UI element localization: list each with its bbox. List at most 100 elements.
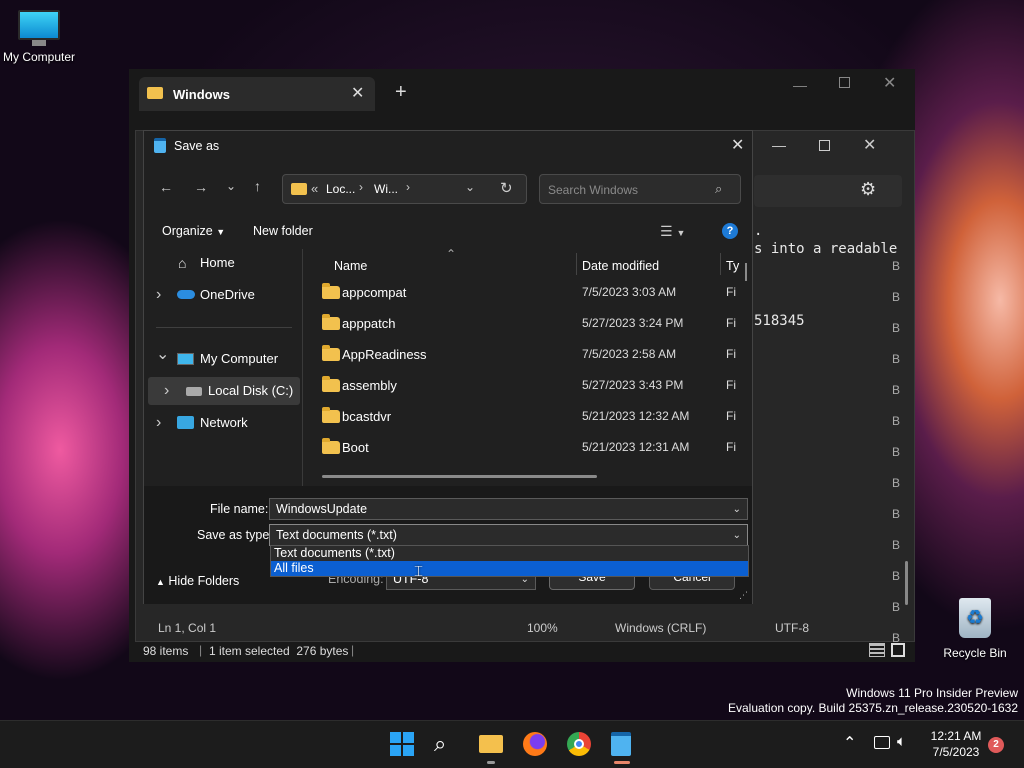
column-header-type[interactable]: Ty [726,259,739,273]
file-row[interactable]: appcompat 7/5/2023 3:03 AM Fi [304,277,754,308]
settings-gear-icon[interactable]: ⚙ [860,179,876,200]
horizontal-scrollbar[interactable] [322,475,597,478]
side-letter: B [892,383,901,397]
recent-locations-icon[interactable]: ⌄ [226,179,236,193]
file-type: Fi [726,378,736,392]
address-overflow[interactable]: « [311,181,318,196]
mouse-cursor-icon: ⌶ [414,563,424,580]
file-row[interactable]: assembly 5/27/2023 3:43 PM Fi [304,370,754,401]
save-type-select[interactable]: Text documents (*.txt) ⌄ [269,524,748,546]
new-tab-button[interactable]: + [395,81,407,104]
file-name-field[interactable]: WindowsUpdate ⌄ [269,498,748,520]
desktop-icon-recycle-bin[interactable]: ♻ Recycle Bin [938,598,1012,660]
hide-folders-button[interactable]: ▲ Hide Folders [156,574,239,588]
minimize-icon[interactable]: — [772,137,786,153]
side-letter: B [892,414,901,428]
refresh-icon[interactable]: ↻ [500,179,513,197]
file-name: appcompat [342,285,407,300]
breadcrumb-segment[interactable]: Wi... [374,182,398,196]
caret-down-icon: ▼ [676,228,686,238]
text-line: s into a readable [754,241,898,257]
chrome-icon[interactable] [567,732,591,756]
column-separator[interactable] [720,253,721,275]
folder-icon [322,314,340,330]
maximize-icon[interactable] [839,77,850,88]
file-explorer-icon[interactable] [479,735,503,753]
sidebar-item-home[interactable]: ⌂ Home [156,249,302,277]
organize-button[interactable]: Organize ▼ [162,224,225,238]
maximize-icon[interactable] [819,140,830,151]
side-letter: B [892,476,901,490]
help-icon[interactable]: ? [722,223,738,239]
monitor-stand [32,40,46,46]
status-cursor-position: Ln 1, Col 1 [158,621,217,635]
explorer-status-bar: 98 items | 1 item selected 276 bytes | [129,641,915,661]
organize-label: Organize [162,224,213,238]
notification-badge[interactable]: 2 [988,737,1004,753]
status-divider: | [199,643,203,657]
side-letter: B [892,259,901,273]
file-row[interactable]: Boot 5/21/2023 12:31 AM Fi [304,432,754,463]
clock-date: 7/5/2023 [932,745,980,759]
start-button[interactable] [390,732,414,756]
network-status-icon[interactable] [874,736,890,749]
vertical-scrollbar[interactable] [905,561,908,605]
notepad-status-bar: Ln 1, Col 1 100% Windows (CRLF) UTF-8 [136,613,914,641]
explorer-tab[interactable]: Windows ✕ [139,77,375,111]
file-row[interactable]: bcastdvr 5/21/2023 12:32 AM Fi [304,401,754,432]
dropdown-option-selected[interactable]: All files [271,561,748,576]
windows-logo-icon [390,732,401,743]
file-type: Fi [726,316,736,330]
close-icon[interactable]: ✕ [863,135,876,155]
status-item-count: 98 items [143,644,189,658]
file-name-value: WindowsUpdate [276,502,368,516]
sidebar-item-label: Home [200,255,235,270]
clock[interactable]: 12:21 AM 7/5/2023 [922,728,990,760]
file-row[interactable]: apppatch 5/27/2023 3:24 PM Fi [304,308,754,339]
breadcrumb-segment[interactable]: Loc... [326,182,355,196]
column-header-date[interactable]: Date modified [582,259,659,273]
chrome-center [574,739,584,749]
file-type: Fi [726,409,736,423]
forward-icon[interactable]: → [194,179,208,195]
folder-icon [322,376,340,392]
details-view-icon[interactable] [869,643,885,657]
desktop-icon-my-computer[interactable]: My Computer [0,10,78,64]
volume-icon[interactable]: 🔈︎ [897,733,906,750]
close-icon[interactable]: ✕ [883,73,896,93]
vertical-scrollbar[interactable] [745,263,747,281]
folder-icon [322,345,340,361]
folder-icon [322,438,340,454]
file-date: 5/27/2023 3:43 PM [582,378,684,392]
search-input[interactable]: Search Windows ⌕ [539,174,741,204]
file-row[interactable]: AppReadiness 7/5/2023 2:58 AM Fi [304,339,754,370]
side-letter: B [892,352,901,366]
close-tab-icon[interactable]: ✕ [351,83,364,103]
new-folder-button[interactable]: New folder [253,224,313,238]
watermark-line-2: Evaluation copy. Build 25375.zn_release.… [728,701,1018,715]
chevron-down-icon[interactable]: ⌄ [465,180,475,194]
address-bar[interactable]: « Loc... › Wi... › ⌄ ↻ [282,174,527,204]
notepad-taskbar-icon[interactable] [611,732,631,756]
side-letter: B [892,507,901,521]
close-icon[interactable]: ✕ [731,135,744,155]
chevron-down-icon[interactable]: ⌄ [733,526,741,546]
column-header-name[interactable]: Name [334,259,367,273]
dropdown-option[interactable]: Text documents (*.txt) [271,546,748,561]
taskbar: ⌕ ⌃ 🔈︎ 12:21 AM 7/5/2023 2 [0,720,1024,768]
column-separator[interactable] [576,253,577,275]
up-icon[interactable]: ↑ [254,178,261,194]
firefox-icon[interactable] [523,732,547,756]
monitor-icon [18,10,60,40]
chevron-down-icon[interactable]: ⌄ [733,500,741,520]
search-icon[interactable]: ⌕ [434,732,458,756]
minimize-icon[interactable]: — [793,77,807,93]
side-letter: B [892,569,901,583]
back-icon[interactable]: ← [159,179,173,195]
resize-grip-icon[interactable]: ⋰ [739,590,748,601]
view-options-icon[interactable]: ☰ ▼ [660,223,685,240]
chevron-up-icon[interactable]: ⌃ [843,733,856,753]
file-date: 7/5/2023 3:03 AM [582,285,677,299]
side-letter: B [892,538,901,552]
side-letter: B [892,445,901,459]
